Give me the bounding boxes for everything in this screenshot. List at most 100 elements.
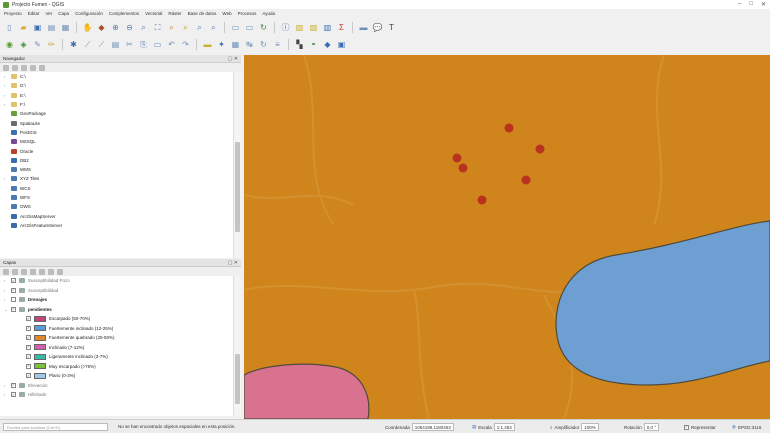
save-project-icon[interactable]: ▣	[32, 22, 43, 33]
layer-row[interactable]: › ✓ Susceptibilidad	[0, 286, 233, 296]
legend-class-row[interactable]: ✓ Plano (0-3%)	[0, 371, 233, 381]
browser-item[interactable]: ArcGisMapServer	[0, 211, 233, 220]
field-calculator-icon[interactable]: ▥	[322, 22, 333, 33]
layer-visibility-checkbox[interactable]: ✓	[11, 287, 16, 293]
undo-icon[interactable]: ↶	[166, 39, 177, 50]
vertex-tool-icon[interactable]: ⟋	[82, 39, 93, 50]
redo-icon[interactable]: ↷	[180, 39, 191, 50]
layer-visibility-checkbox[interactable]: ✓	[11, 306, 16, 312]
zoom-last-icon[interactable]: ⌕	[194, 22, 205, 33]
lock-scale-icon[interactable]: ▤	[472, 424, 476, 430]
browser-item[interactable]: PostGIS	[0, 128, 233, 137]
menu-8[interactable]: Base de datos	[188, 11, 217, 16]
style-panel-icon[interactable]	[3, 268, 9, 275]
text-annotation-icon[interactable]: T	[386, 22, 397, 33]
print-layout-icon[interactable]: ▤	[46, 22, 57, 33]
map-point[interactable]	[452, 153, 462, 163]
plugin-d-icon[interactable]: ▣	[336, 39, 347, 50]
locator-search-input[interactable]: Escriba para localizar (Ctrl+K)	[3, 423, 108, 431]
browser-item[interactable]: SpatiaLite	[0, 118, 233, 127]
data-source-manager-icon[interactable]: ◉	[4, 39, 15, 50]
browser-item[interactable]: › C:\	[0, 72, 233, 81]
expand-arrow-icon[interactable]: ›	[4, 102, 8, 107]
refresh-icon[interactable]	[3, 64, 9, 71]
label-rotate-icon[interactable]: ↻	[258, 39, 269, 50]
layer-visibility-checkbox[interactable]: ✓	[26, 354, 31, 360]
expand-arrow-icon[interactable]: ›	[4, 288, 8, 293]
menu-4[interactable]: Configuración	[75, 11, 103, 16]
layer-visibility-checkbox[interactable]	[11, 297, 16, 303]
collapse-all-layers-icon[interactable]	[48, 268, 54, 275]
browser-item[interactable]: WFS	[0, 193, 233, 202]
map-point[interactable]	[521, 175, 531, 185]
menu-7[interactable]: Ráster	[168, 11, 181, 16]
zoom-next-icon[interactable]: ⌕	[208, 22, 219, 33]
layout-manager-icon[interactable]: ▦	[60, 22, 71, 33]
expand-arrow-icon[interactable]: ›	[4, 278, 8, 283]
browser-item[interactable]: Oracle	[0, 146, 233, 155]
expand-arrow-icon[interactable]: ›	[4, 93, 8, 98]
filter-legend-icon[interactable]	[30, 268, 36, 275]
map-point[interactable]	[477, 195, 487, 205]
layer-visibility-checkbox[interactable]: ✓	[26, 325, 31, 331]
add-feature-icon[interactable]: ✱	[68, 39, 79, 50]
select-features-icon[interactable]: ▨	[294, 22, 305, 33]
legend-class-row[interactable]: ✓ Muy escarpado (>75%)	[0, 362, 233, 372]
layer-row[interactable]: › ✓ Elevación	[0, 381, 233, 391]
coordinate-field[interactable]: 1054199,1180453	[411, 423, 454, 431]
legend-class-row[interactable]: ✓ Escarpado (50-70%)	[0, 314, 233, 324]
layers-scrollbar[interactable]	[233, 276, 241, 416]
slope-zone-pink[interactable]	[244, 363, 370, 419]
layer-visibility-checkbox[interactable]: ✓	[26, 363, 31, 369]
refresh-icon[interactable]: ↻	[258, 22, 269, 33]
identify-icon[interactable]: ⓘ	[280, 22, 291, 33]
show-bookmarks-icon[interactable]: ▭	[244, 22, 255, 33]
rotation-field[interactable]: 0,0 °	[643, 423, 660, 431]
render-toggle[interactable]: ✓ Representar	[684, 423, 716, 431]
deselect-icon[interactable]: ▧	[308, 22, 319, 33]
browser-item[interactable]: › F:\	[0, 100, 233, 109]
expand-arrow-icon[interactable]: ›	[4, 392, 8, 397]
remove-layer-icon[interactable]	[57, 268, 63, 275]
layer-visibility-checkbox[interactable]: ✓	[11, 278, 16, 284]
cut-features-icon[interactable]: ✂	[124, 39, 135, 50]
add-group-icon[interactable]	[12, 268, 18, 275]
open-project-icon[interactable]: ▰	[18, 22, 29, 33]
layer-visibility-checkbox[interactable]: ✓	[11, 392, 16, 398]
magnifier-field[interactable]: 100%	[581, 423, 599, 431]
map-drawing[interactable]	[244, 55, 770, 419]
collapse-all-icon[interactable]	[30, 64, 36, 71]
filter-icon[interactable]	[21, 64, 27, 71]
crs-globe-icon[interactable]: ◍	[732, 424, 736, 430]
scale-field[interactable]: 1:1.453	[493, 423, 515, 431]
menu-0[interactable]: Proyecto	[4, 11, 22, 16]
layer-visibility-checkbox[interactable]: ✓	[26, 335, 31, 341]
pan-icon[interactable]: ✋	[82, 22, 93, 33]
plugin-c-icon[interactable]: ◆	[322, 39, 333, 50]
expand-arrow-icon[interactable]: ›	[4, 383, 8, 388]
expand-arrow-icon[interactable]: ›	[4, 74, 8, 79]
label-move-icon[interactable]: ↹	[244, 39, 255, 50]
crs-readout[interactable]: ◍ EPSG:3116	[732, 423, 761, 431]
new-bookmark-icon[interactable]: ▭	[230, 22, 241, 33]
label-pin-icon[interactable]: ✦	[216, 39, 227, 50]
browser-item[interactable]: OWS	[0, 202, 233, 211]
label-tool-icon[interactable]: ▬	[202, 39, 213, 50]
browser-item[interactable]: › E:\	[0, 91, 233, 100]
copy-features-icon[interactable]: ⎘	[138, 39, 149, 50]
legend-class-row[interactable]: ✓ Fuertemente inclinado (12-25%)	[0, 324, 233, 334]
layers-panel-controls[interactable]: ▢ ✕	[228, 260, 238, 266]
expand-arrow-icon[interactable]: ›	[4, 297, 8, 302]
menu-3[interactable]: Capa	[58, 11, 69, 16]
map-point[interactable]	[535, 144, 545, 154]
expand-arrow-icon[interactable]: ›	[4, 83, 8, 88]
layers-scroll-thumb[interactable]	[235, 354, 240, 404]
minimize-button[interactable]: –	[738, 1, 741, 8]
label-change-icon[interactable]: ≡	[272, 39, 283, 50]
delete-feature-icon[interactable]: ▤	[110, 39, 121, 50]
visibility-icon[interactable]	[21, 268, 27, 275]
browser-item[interactable]: GeoPackage	[0, 109, 233, 118]
map-tips-icon[interactable]: 💬	[372, 22, 383, 33]
legend-class-row[interactable]: ✓ Fuertemente quebrado (25-50%)	[0, 333, 233, 343]
browser-scrollbar[interactable]	[233, 72, 241, 258]
